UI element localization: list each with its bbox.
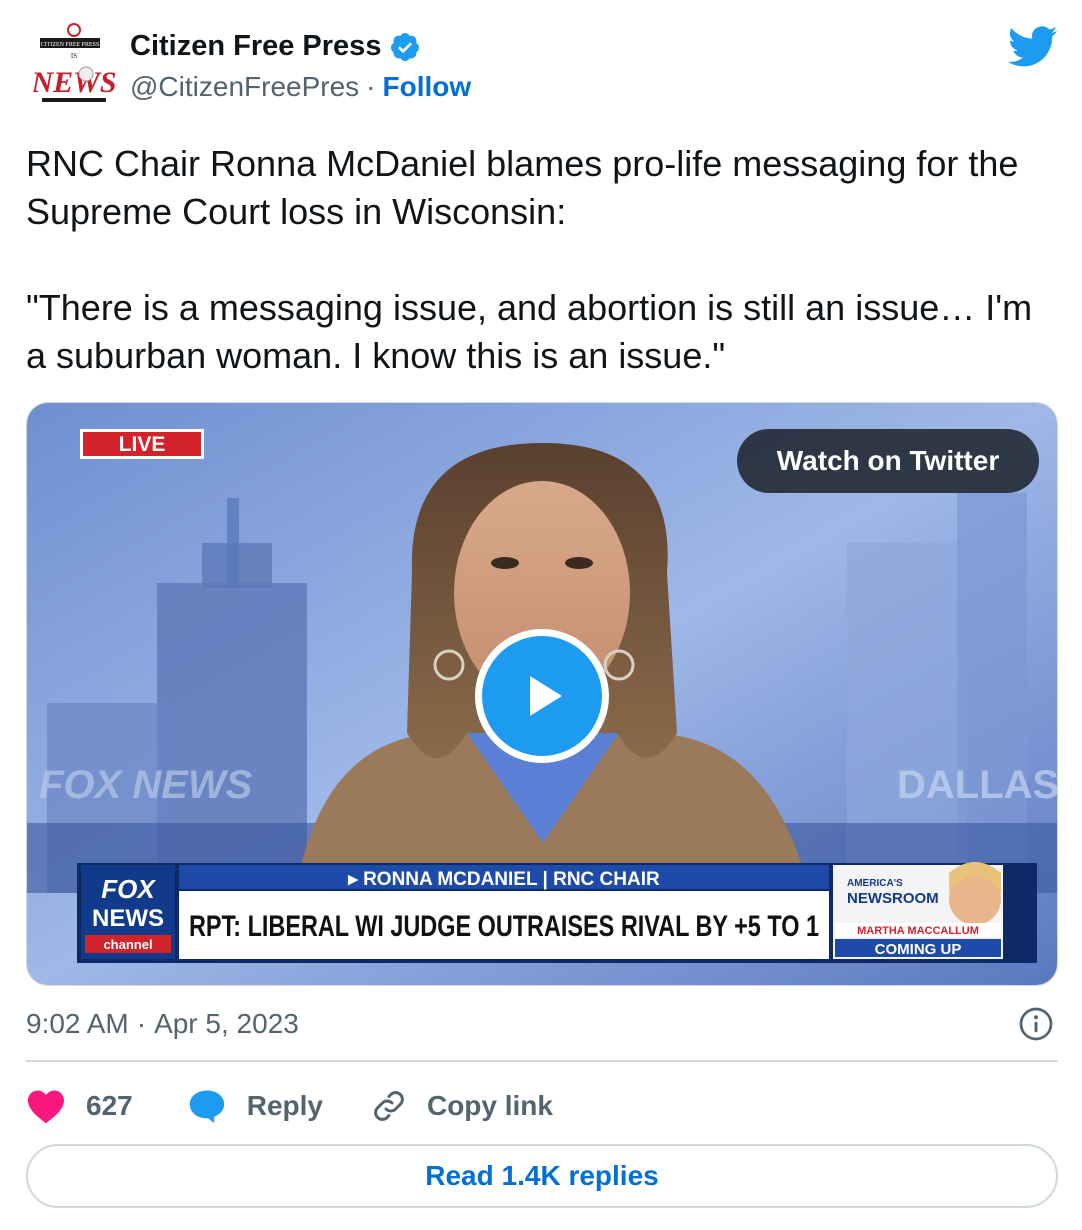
bg-dallas-text: DALLAS (897, 763, 1058, 807)
svg-text:NEWS: NEWS (30, 66, 116, 99)
name-row: Citizen Free Press (130, 30, 421, 63)
separator: · (366, 71, 376, 102)
like-button[interactable]: 627 (26, 1088, 133, 1124)
fox-logo-line1: FOX (101, 874, 156, 904)
promo-top1: AMERICA'S (847, 878, 903, 889)
tweet-date[interactable]: Apr 5, 2023 (154, 1008, 299, 1040)
promo-top2: NEWSROOM (847, 890, 939, 907)
read-replies-button[interactable]: Read 1.4K replies (26, 1144, 1058, 1208)
watch-on-twitter-button[interactable]: Watch on Twitter (737, 429, 1039, 493)
copy-link-button[interactable]: Copy link (371, 1088, 553, 1124)
display-name[interactable]: Citizen Free Press (130, 30, 381, 63)
twitter-bird-icon[interactable] (1008, 26, 1058, 68)
action-bar: 627 Reply Copy link (26, 1080, 553, 1132)
handle-row: @CitizenFreePres · Follow (130, 71, 471, 103)
lower-third-headline: RPT: LIBERAL WI JUDGE OUTRAISES RIVAL BY… (189, 910, 819, 943)
reply-button[interactable]: Reply (187, 1088, 323, 1124)
like-count: 627 (86, 1090, 133, 1121)
video-player[interactable]: FOX NEWS DALLAS LIVE ▸ RONNA MCDANIEL | … (26, 402, 1058, 986)
svg-text:CITIZEN FREE PRESS: CITIZEN FREE PRESS (41, 42, 100, 48)
promo-host: MARTHA MACCALLUM (857, 925, 979, 937)
bg-fox-news-text: FOX NEWS (39, 763, 253, 807)
fox-logo-line2: NEWS (92, 905, 164, 932)
heart-icon (28, 1090, 64, 1124)
info-icon[interactable] (1018, 1006, 1054, 1042)
link-icon (374, 1091, 404, 1121)
verified-badge-icon (391, 32, 420, 61)
play-button[interactable] (475, 629, 609, 763)
lower-third-name: ▸ RONNA MCDANIEL | RNC CHAIR (347, 869, 660, 890)
copy-link-label: Copy link (426, 1090, 553, 1121)
handle[interactable]: @CitizenFreePres (130, 71, 359, 103)
promo-cta: COMING UP (875, 941, 962, 958)
play-icon (530, 676, 562, 716)
avatar[interactable]: CITIZEN FREE PRESS IS NEWS (26, 18, 122, 114)
live-badge: LIVE (119, 433, 166, 456)
reply-label: Reply (246, 1090, 323, 1121)
divider (26, 1060, 1058, 1062)
meta-separator: · (136, 1008, 147, 1039)
svg-text:IS: IS (71, 52, 77, 60)
follow-button[interactable]: Follow (382, 71, 471, 103)
tweet-meta: 9:02 AM · Apr 5, 2023 (26, 1002, 1058, 1046)
tweet-header: CITIZEN FREE PRESS IS NEWS Citizen Free … (26, 18, 1058, 114)
reply-bubble-icon (189, 1090, 224, 1124)
citizen-free-press-logo: CITIZEN FREE PRESS IS NEWS (26, 18, 122, 114)
tweet-time[interactable]: 9:02 AM (26, 1008, 129, 1040)
tweet-text: RNC Chair Ronna McDaniel blames pro-life… (26, 143, 1033, 376)
fox-logo-line3: channel (103, 937, 152, 952)
